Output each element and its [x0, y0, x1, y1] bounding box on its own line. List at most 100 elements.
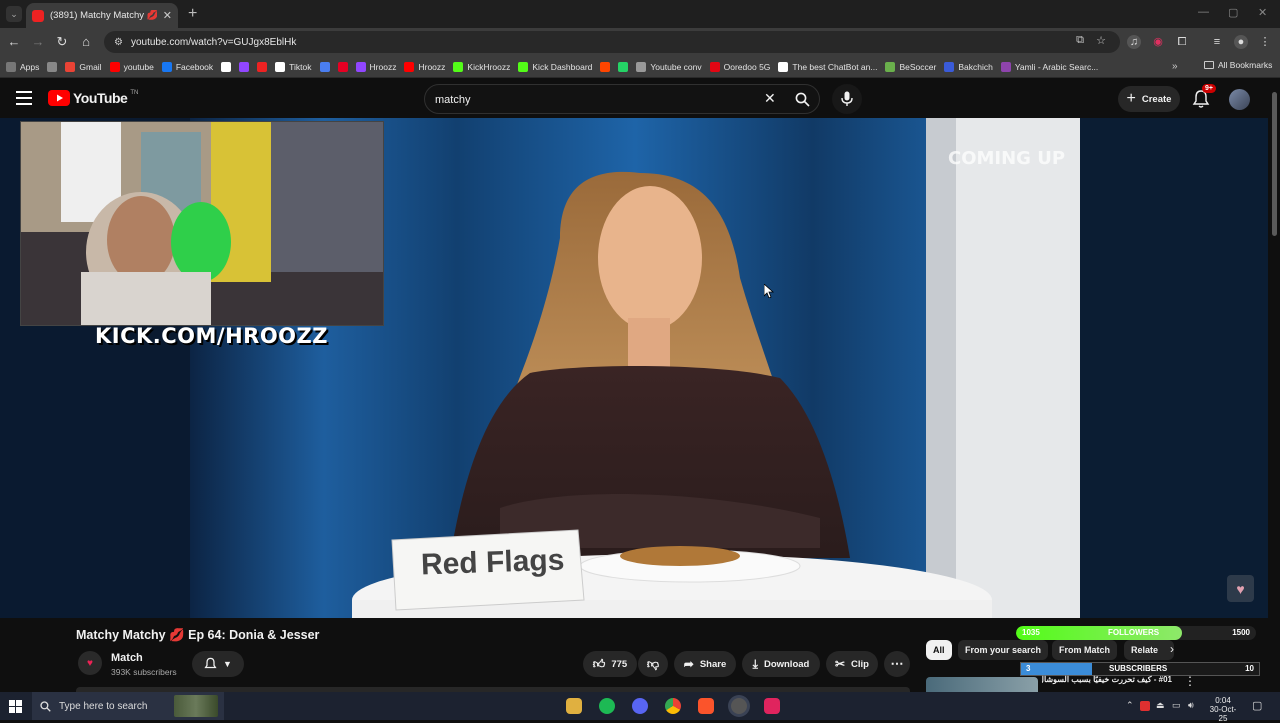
subscribed-bell-button[interactable]: ▼: [192, 651, 244, 677]
volume-icon[interactable]: 🔊︎: [1188, 700, 1194, 711]
channel-name[interactable]: Match: [111, 652, 143, 664]
file-explorer-icon[interactable]: [566, 698, 582, 714]
bookmark-label: Facebook: [175, 61, 214, 72]
tray-record-icon[interactable]: [1140, 701, 1150, 711]
download-button[interactable]: ⤓ Download: [742, 651, 820, 677]
bookmarks-overflow-icon[interactable]: »: [1172, 61, 1178, 72]
maximize-icon[interactable]: ▢: [1228, 6, 1238, 19]
like-button[interactable]: 👍︎ 775: [583, 651, 637, 677]
create-button[interactable]: + Create: [1118, 86, 1180, 112]
chevron-right-icon[interactable]: ›: [1170, 642, 1174, 656]
recommended-more-icon[interactable]: ⋮: [1184, 674, 1196, 688]
bookmark-item[interactable]: Hroozz: [404, 61, 445, 72]
windows-start-icon[interactable]: [9, 700, 22, 713]
minimize-icon[interactable]: —: [1198, 6, 1209, 18]
recommended-thumbnail[interactable]: [926, 677, 1038, 692]
chip-from-your-search[interactable]: From your search: [958, 640, 1049, 660]
chip-from-match[interactable]: From Match: [1052, 640, 1118, 660]
notifications-button[interactable]: 9+: [1192, 84, 1216, 109]
clip-button[interactable]: ✂ Clip: [826, 651, 878, 677]
tab-search-button[interactable]: ⌄: [6, 6, 22, 22]
profile-avatar-icon[interactable]: ●: [1234, 35, 1248, 49]
voice-search-button[interactable]: [832, 84, 862, 114]
bookmark-item[interactable]: [618, 61, 629, 72]
chrome-icon[interactable]: [665, 698, 681, 714]
bookmark-item[interactable]: Hroozz: [355, 61, 396, 72]
bookmark-item[interactable]: Yamli - Arabic Searc...: [1000, 61, 1099, 72]
back-icon[interactable]: ←: [6, 34, 22, 49]
close-tab-icon[interactable]: ✕: [163, 9, 172, 22]
notification-badge: 9+: [1202, 84, 1216, 93]
bookmark-item[interactable]: [221, 61, 232, 72]
address-bar[interactable]: ⚙ youtube.com/watch?v=GUJgx8EblHk ⧉ ☆: [104, 31, 1120, 53]
forward-icon[interactable]: →: [30, 34, 46, 49]
bookmark-star-icon[interactable]: ☆: [1096, 34, 1106, 47]
hamburger-menu-icon[interactable]: [16, 91, 32, 105]
home-icon[interactable]: ⌂: [78, 34, 94, 49]
video-player[interactable]: KICK.COM/HROOZZ COMING UP Red Flags ♥: [0, 118, 1268, 618]
chevron-down-icon: ▼: [223, 659, 232, 669]
clear-search-icon[interactable]: ✕: [764, 90, 776, 107]
dislike-button[interactable]: 👎︎: [638, 651, 668, 677]
close-window-icon[interactable]: ✕: [1258, 6, 1267, 19]
bookmark-item[interactable]: [600, 61, 611, 72]
like-count: 775: [611, 658, 628, 670]
bookmark-label: Yamli - Arabic Searc...: [1014, 61, 1099, 72]
channel-avatar[interactable]: ♥: [78, 651, 102, 675]
clock[interactable]: 0:04 30-Oct-25: [1206, 696, 1240, 723]
bookmark-item[interactable]: Bakchich: [944, 61, 993, 72]
bookmark-item[interactable]: KickHroozz: [453, 61, 510, 72]
taskbar-search-box[interactable]: Type here to search: [32, 692, 224, 720]
browser-tab-active[interactable]: (3891) Matchy Matchy 💋 Ep 64: Donia & Je…: [26, 3, 178, 28]
reload-icon[interactable]: ↻: [54, 34, 70, 50]
extension-record-icon[interactable]: ◉: [1151, 35, 1165, 49]
tray-usb-icon[interactable]: ⏏: [1156, 700, 1165, 711]
new-tab-button[interactable]: +: [188, 5, 197, 23]
bookmark-item[interactable]: Facebook: [161, 61, 214, 72]
bookmark-item[interactable]: Gmail: [65, 61, 102, 72]
install-icon[interactable]: ⧉: [1076, 34, 1084, 47]
bookmark-item[interactable]: youtube: [109, 61, 154, 72]
more-actions-button[interactable]: ⋯: [884, 651, 910, 677]
bookmark-item[interactable]: [239, 61, 250, 72]
bookmark-item[interactable]: [47, 61, 58, 72]
youtube-logo[interactable]: YouTube TN: [48, 90, 138, 106]
bookmark-item[interactable]: [337, 61, 348, 72]
chip-all[interactable]: All: [926, 640, 952, 660]
extensions-icon[interactable]: ⧠: [1175, 35, 1189, 49]
share-button[interactable]: ➦ Share: [674, 651, 736, 677]
search-input[interactable]: [435, 91, 755, 109]
bookmark-item[interactable]: The best ChatBot an...: [778, 61, 877, 72]
media-control-icon[interactable]: ♫: [1127, 35, 1141, 49]
bookmark-item[interactable]: Ooredoo 5G: [709, 61, 770, 72]
reading-list-icon[interactable]: ≡: [1210, 35, 1224, 49]
bookmark-item[interactable]: Tiktok: [275, 61, 312, 72]
chip-related[interactable]: Relate: [1124, 640, 1174, 660]
bookmark-item[interactable]: Apps: [6, 61, 39, 72]
recommended-title[interactable]: #01 - كيف تحررت خيفيًا بسبب السوشال ميدي…: [1042, 675, 1172, 692]
channel-watermark-icon[interactable]: ♥: [1227, 575, 1254, 602]
bookmark-favicon-icon: [337, 61, 348, 72]
obs-icon[interactable]: [731, 698, 747, 714]
all-bookmarks-button[interactable]: All Bookmarks: [1204, 60, 1272, 70]
brave-icon[interactable]: [698, 698, 714, 714]
bookmark-item[interactable]: BeSoccer: [885, 61, 936, 72]
tray-overflow-icon[interactable]: ⌃: [1126, 700, 1134, 711]
network-icon[interactable]: ▭: [1172, 700, 1181, 711]
notification-center-icon[interactable]: ▢: [1252, 699, 1262, 712]
address-url: youtube.com/watch?v=GUJgx8EblHk: [130, 36, 297, 48]
account-avatar[interactable]: [1229, 89, 1250, 110]
bookmark-item[interactable]: Youtube conv: [636, 61, 702, 72]
bookmark-item[interactable]: Kick Dashboard: [518, 61, 592, 72]
site-info-icon[interactable]: ⚙: [114, 37, 123, 48]
recording-app-icon[interactable]: [764, 698, 780, 714]
youtube-favicon-icon: [32, 9, 44, 22]
red-flags-sign: Red Flags: [420, 543, 565, 582]
bookmark-item[interactable]: [319, 61, 330, 72]
discord-icon[interactable]: [632, 698, 648, 714]
search-icon[interactable]: [795, 92, 810, 107]
menu-kebab-icon[interactable]: ⋮: [1258, 35, 1272, 49]
bookmark-item[interactable]: [257, 61, 268, 72]
spotify-icon[interactable]: [599, 698, 615, 714]
scrollbar-thumb[interactable]: [1272, 92, 1277, 236]
